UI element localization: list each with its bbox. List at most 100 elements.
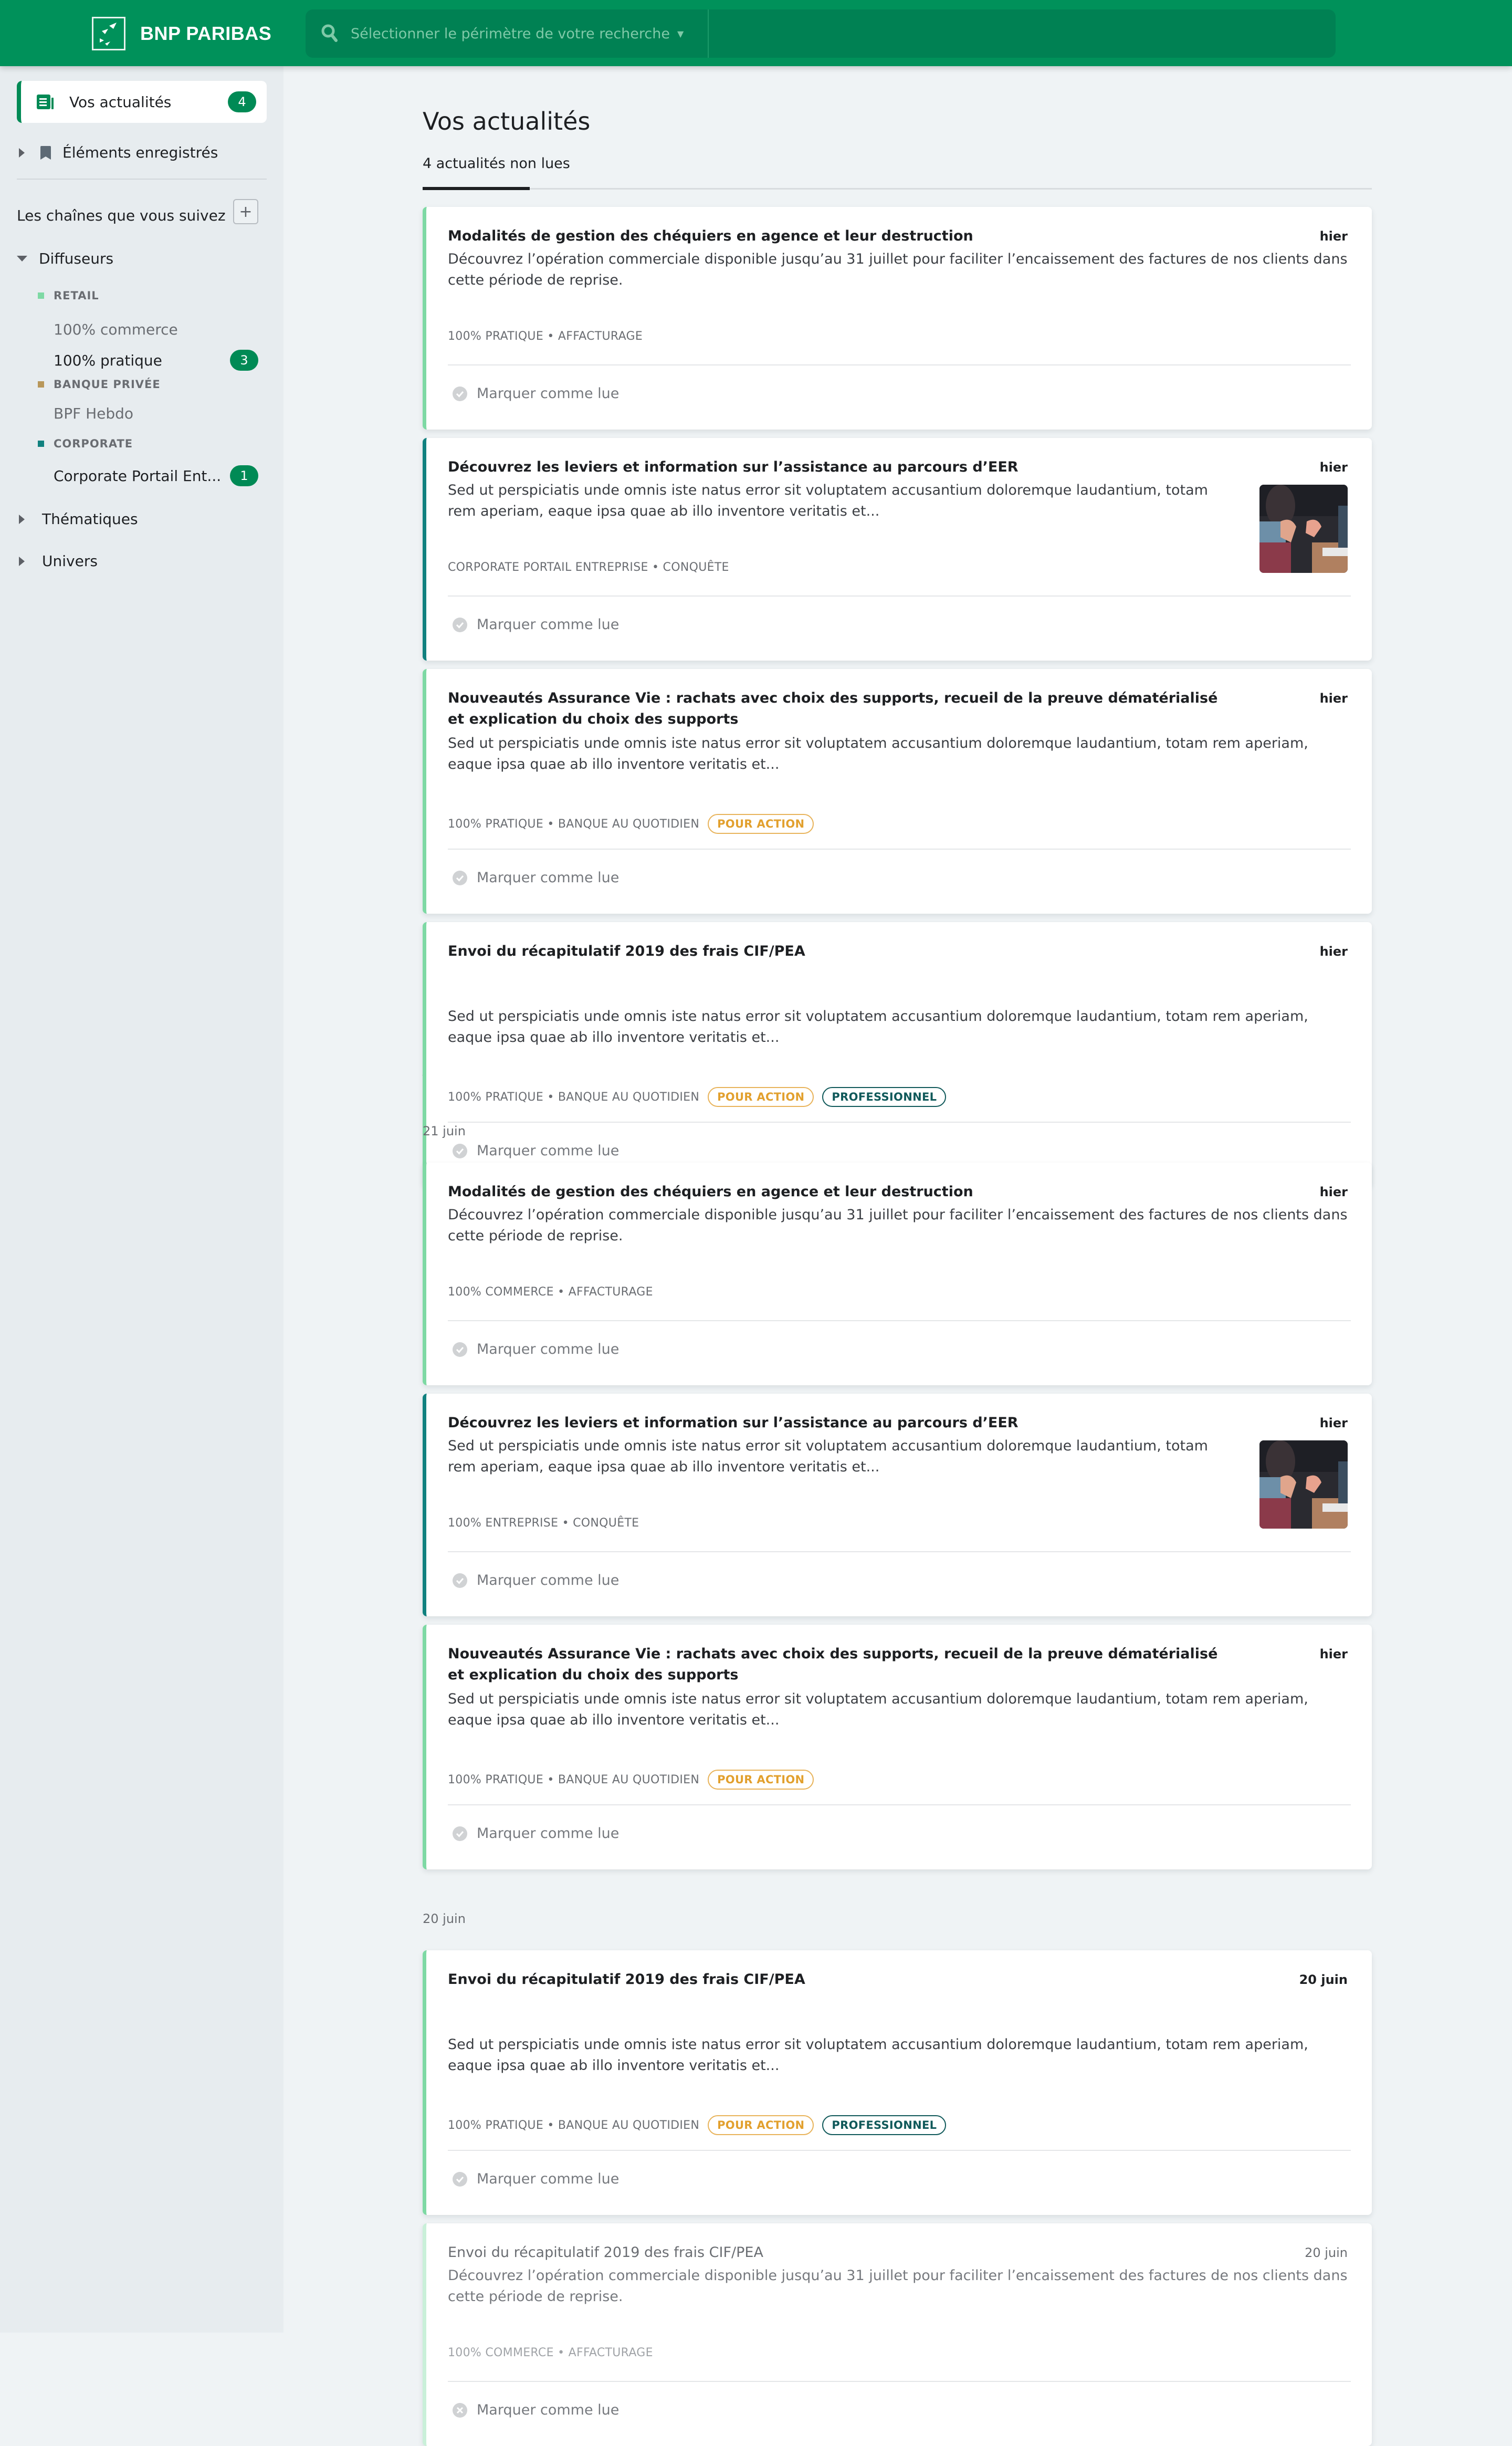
- card-divider: [448, 1551, 1351, 1552]
- mark-as-read-button[interactable]: Marquer comme lue: [453, 616, 619, 633]
- search-scope-placeholder: Sélectionner le périmètre de votre reche…: [351, 25, 670, 42]
- tag-professionnel[interactable]: PROFESSIONNEL: [822, 1087, 947, 1107]
- group-label: BANQUE PRIVÉE: [54, 378, 161, 391]
- caret-right-icon[interactable]: [19, 514, 25, 524]
- news-card[interactable]: Modalités de gestion des chéquiers en ag…: [423, 1163, 1372, 1385]
- channel-item[interactable]: BPF Hebdo: [54, 405, 258, 422]
- news-meta: 100% PRATIQUE • BANQUE AU QUOTIDIEN POUR…: [448, 1087, 947, 1107]
- card-divider: [448, 2381, 1351, 2382]
- news-channel-category: 100% ENTREPRISE • CONQUÊTE: [448, 1517, 639, 1530]
- bnp-paribas-logo[interactable]: BNP PARIBAS: [92, 17, 271, 50]
- group-label: RETAIL: [54, 289, 99, 302]
- news-card[interactable]: Nouveautés Assurance Vie : rachats avec …: [423, 1625, 1372, 1869]
- news-meta: 100% ENTREPRISE • CONQUÊTE: [448, 1517, 639, 1530]
- mark-as-read-button[interactable]: Marquer comme lue: [453, 1825, 619, 1842]
- news-excerpt: Sed ut perspiciatis unde omnis iste natu…: [448, 2036, 1308, 2074]
- mark-as-read-button[interactable]: Marquer comme lue: [453, 870, 619, 886]
- news-channel-category: 100% PRATIQUE • BANQUE AU QUOTIDIEN: [448, 817, 700, 831]
- add-channel-button[interactable]: +: [233, 199, 258, 224]
- news-title[interactable]: Nouveautés Assurance Vie : rachats avec …: [448, 688, 1235, 730]
- news-card[interactable]: Nouveautés Assurance Vie : rachats avec …: [423, 669, 1372, 914]
- close-circle-icon: [453, 2402, 467, 2418]
- mark-as-read-label: Marquer comme lue: [477, 1143, 620, 1159]
- news-title[interactable]: Nouveautés Assurance Vie : rachats avec …: [448, 1644, 1235, 1686]
- mark-as-read-button[interactable]: Marquer comme lue: [453, 1572, 619, 1588]
- card-divider: [448, 595, 1351, 597]
- mark-as-read-label: Marquer comme lue: [477, 1341, 620, 1357]
- news-title[interactable]: Modalités de gestion des chéquiers en ag…: [448, 1182, 1235, 1203]
- news-meta: 100% COMMERCE • AFFACTURAGE: [448, 1285, 653, 1299]
- news-title[interactable]: Découvrez les leviers et information sur…: [448, 457, 1235, 478]
- tag-professionnel[interactable]: PROFESSIONNEL: [822, 2115, 947, 2135]
- sidebar-item-vos-actualites[interactable]: Vos actualités 4: [17, 81, 267, 123]
- sidebar-item-label: Univers: [42, 552, 98, 570]
- news-card[interactable]: Envoi du récapitulatif 2019 des frais CI…: [423, 2223, 1372, 2446]
- news-excerpt: Découvrez l’opération commerciale dispon…: [448, 251, 1348, 288]
- news-meta: 100% COMMERCE • AFFACTURAGE: [448, 2346, 653, 2359]
- news-title[interactable]: Découvrez les leviers et information sur…: [448, 1413, 1235, 1434]
- mark-as-read-button[interactable]: Marquer comme lue: [453, 1341, 619, 1357]
- channel-label: 100% commerce: [54, 321, 178, 338]
- news-excerpt: Sed ut perspiciatis unde omnis iste natu…: [448, 735, 1308, 772]
- news-thumbnail-image[interactable]: [1259, 1440, 1348, 1529]
- mark-as-read-button[interactable]: Marquer comme lue: [453, 1143, 619, 1159]
- news-title[interactable]: Modalités de gestion des chéquiers en ag…: [448, 226, 1235, 247]
- sidebar-item-univers[interactable]: Univers: [17, 552, 98, 570]
- news-date: 20 juin: [1299, 1972, 1348, 1987]
- tag-pour-action[interactable]: POUR ACTION: [708, 2115, 814, 2135]
- news-card[interactable]: Envoi du récapitulatif 2019 des frais CI…: [423, 922, 1372, 1187]
- sidebar-item-label: Diffuseurs: [39, 250, 114, 267]
- group-color-swatch: [38, 381, 44, 388]
- search-scope-dropdown[interactable]: Sélectionner le périmètre de votre reche…: [351, 26, 708, 42]
- caret-right-icon[interactable]: [19, 148, 25, 158]
- unread-count-badge: 4: [228, 91, 256, 112]
- channel-item[interactable]: Corporate Portail Ent... 1: [54, 465, 258, 486]
- sidebar-divider: [17, 179, 267, 180]
- news-meta: 100% PRATIQUE • BANQUE AU QUOTIDIEN POUR…: [448, 814, 814, 834]
- caret-right-icon[interactable]: [19, 556, 25, 566]
- channel-item[interactable]: 100% commerce: [54, 321, 258, 338]
- channel-label: 100% pratique: [54, 351, 162, 369]
- news-card[interactable]: Envoi du récapitulatif 2019 des frais CI…: [423, 1950, 1372, 2215]
- card-divider: [448, 1320, 1351, 1321]
- news-excerpt: Sed ut perspiciatis unde omnis iste natu…: [448, 482, 1208, 519]
- tab-underline: [423, 187, 1372, 190]
- group-color-swatch: [38, 441, 44, 447]
- news-title[interactable]: Envoi du récapitulatif 2019 des frais CI…: [448, 941, 1235, 962]
- news-title[interactable]: Envoi du récapitulatif 2019 des frais CI…: [448, 2242, 1235, 2263]
- news-card[interactable]: Découvrez les leviers et information sur…: [423, 438, 1372, 661]
- logo-stars-icon: [92, 17, 125, 50]
- tag-pour-action[interactable]: POUR ACTION: [708, 1770, 814, 1790]
- tag-pour-action[interactable]: POUR ACTION: [708, 814, 814, 834]
- mark-as-read-button[interactable]: Marquer comme lue: [453, 2402, 619, 2418]
- sidebar-item-diffuseurs[interactable]: Diffuseurs: [17, 250, 113, 267]
- tab-unread[interactable]: 4 actualités non lues: [423, 155, 570, 172]
- mark-as-read-button[interactable]: Marquer comme lue: [453, 385, 619, 402]
- card-divider: [448, 849, 1351, 850]
- check-circle-icon: [453, 386, 467, 401]
- news-channel-category: 100% COMMERCE • AFFACTURAGE: [448, 1285, 653, 1299]
- news-title[interactable]: Envoi du récapitulatif 2019 des frais CI…: [448, 1969, 1235, 1990]
- channel-label: Corporate Portail Ent...: [54, 467, 222, 485]
- news-date: hier: [1319, 460, 1348, 475]
- search-input[interactable]: [709, 9, 1336, 58]
- sidebar: Vos actualités 4 Éléments enregistrés Le…: [0, 66, 284, 2333]
- news-card[interactable]: Découvrez les leviers et information sur…: [423, 1394, 1372, 1616]
- sidebar-item-elements-enregistres[interactable]: Éléments enregistrés: [17, 144, 218, 161]
- tag-pour-action[interactable]: POUR ACTION: [708, 1087, 814, 1107]
- news-card[interactable]: Modalités de gestion des chéquiers en ag…: [423, 207, 1372, 430]
- mark-as-read-label: Marquer comme lue: [477, 2402, 620, 2418]
- news-meta: 100% PRATIQUE • AFFACTURAGE: [448, 330, 643, 343]
- channel-group-retail: RETAIL: [38, 289, 99, 302]
- news-thumbnail-image[interactable]: [1259, 485, 1348, 573]
- channel-item[interactable]: 100% pratique 3: [54, 350, 258, 371]
- news-channel-category: 100% PRATIQUE • BANQUE AU QUOTIDIEN: [448, 2118, 700, 2132]
- mark-as-read-label: Marquer comme lue: [477, 385, 620, 402]
- check-circle-icon: [453, 1826, 467, 1841]
- news-channel-category: 100% PRATIQUE • AFFACTURAGE: [448, 330, 643, 343]
- top-bar: BNP PARIBAS Sélectionner le périmètre de…: [0, 0, 1512, 66]
- caret-down-icon[interactable]: [17, 256, 27, 262]
- sidebar-item-thematiques[interactable]: Thématiques: [17, 510, 138, 528]
- followed-channels-title: Les chaînes que vous suivez: [17, 207, 226, 224]
- mark-as-read-button[interactable]: Marquer comme lue: [453, 2171, 619, 2187]
